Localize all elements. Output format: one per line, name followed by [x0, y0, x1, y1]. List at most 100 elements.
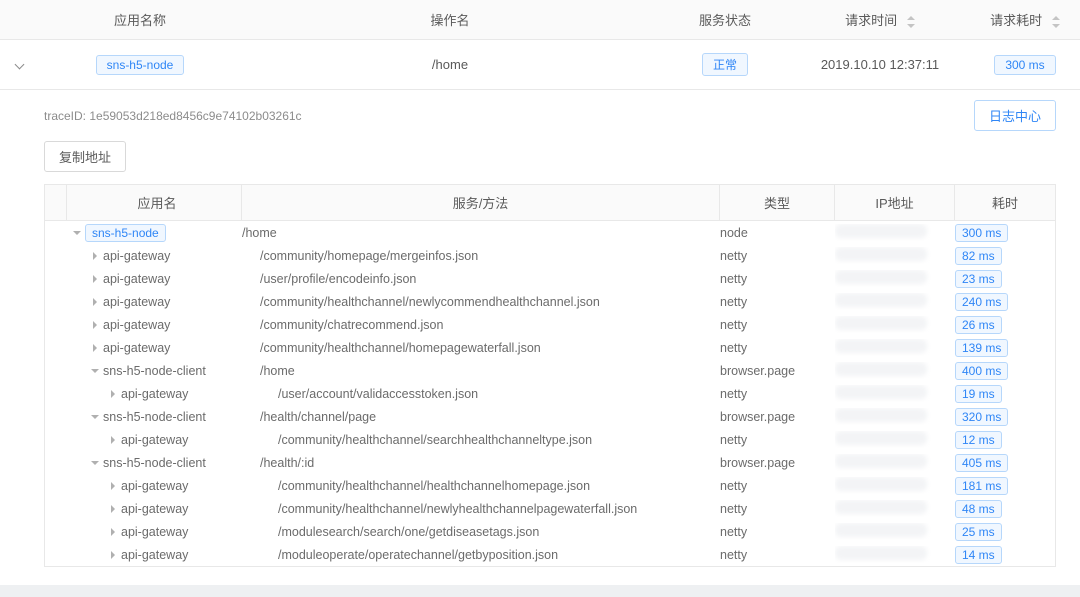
th-ip: IP地址 [835, 185, 955, 220]
caret-right-icon[interactable] [91, 321, 99, 329]
table-row[interactable]: sns-h5-node-client/homebrowser.page400 m… [45, 359, 1055, 382]
row-service: /moduleoperate/operatechannel/getbyposit… [242, 548, 720, 562]
duration-badge: 320 ms [955, 408, 1008, 426]
row-duration: 48 ms [955, 500, 1055, 518]
caret-right-icon[interactable] [109, 436, 117, 444]
duration-badge: 400 ms [955, 362, 1008, 380]
caret-right-icon[interactable] [109, 528, 117, 536]
trace-table-header: 应用名 服务/方法 类型 IP地址 耗时 [45, 185, 1055, 221]
row-service: /community/healthchannel/newlycommendhea… [242, 295, 720, 309]
sort-icon [905, 16, 915, 28]
table-row[interactable]: api-gateway/community/chatrecommend.json… [45, 313, 1055, 336]
row-service: /home [242, 226, 720, 240]
status-badge: 正常 [702, 53, 748, 76]
row-app: sns-h5-node-client [67, 410, 242, 424]
duration-badge: 405 ms [955, 454, 1008, 472]
row-app: sns-h5-node-client [67, 364, 242, 378]
table-row[interactable]: api-gateway/user/account/validaccesstoke… [45, 382, 1055, 405]
row-service: /home [242, 364, 720, 378]
duration-badge: 82 ms [955, 247, 1002, 265]
copy-address-button[interactable]: 复制地址 [44, 141, 126, 172]
caret-right-icon[interactable] [91, 298, 99, 306]
summary-operation: /home [240, 57, 660, 72]
row-service: /health/channel/page [242, 410, 720, 424]
row-app: sns-h5-node-client [67, 456, 242, 470]
row-app: api-gateway [67, 387, 242, 401]
ip-redacted [835, 339, 927, 353]
app-name-tag: sns-h5-node [85, 224, 166, 242]
caret-right-icon[interactable] [109, 551, 117, 559]
app-name: api-gateway [103, 272, 170, 286]
table-row[interactable]: api-gateway/modulesearch/search/one/getd… [45, 520, 1055, 543]
copy-address-wrap: 复制地址 [44, 141, 1056, 172]
table-row[interactable]: api-gateway/community/healthchannel/newl… [45, 290, 1055, 313]
app-name: api-gateway [103, 249, 170, 263]
row-duration: 12 ms [955, 431, 1055, 449]
summary-header-row: 应用名称 操作名 服务状态 请求时间 请求耗时 [0, 0, 1080, 40]
caret-down-icon[interactable] [91, 413, 99, 421]
duration-badge: 181 ms [955, 477, 1008, 495]
table-row[interactable]: api-gateway/community/healthchannel/newl… [45, 497, 1055, 520]
row-ip [835, 339, 955, 356]
ip-redacted [835, 270, 927, 284]
summary-app[interactable]: sns-h5-node [40, 55, 240, 75]
row-service: /community/healthchannel/homepagewaterfa… [242, 341, 720, 355]
table-row[interactable]: api-gateway/moduleoperate/operatechannel… [45, 543, 1055, 566]
ip-redacted [835, 316, 927, 330]
row-type: netty [720, 479, 835, 493]
row-app: api-gateway [67, 479, 242, 493]
row-type: netty [720, 502, 835, 516]
row-type: netty [720, 525, 835, 539]
caret-right-icon[interactable] [91, 344, 99, 352]
row-type: netty [720, 272, 835, 286]
table-row[interactable]: sns-h5-node/homenode 300 ms [45, 221, 1055, 244]
row-type: node [720, 226, 835, 240]
sort-icon [1050, 16, 1060, 28]
table-row[interactable]: api-gateway/community/healthchannel/sear… [45, 428, 1055, 451]
caret-right-icon[interactable] [91, 252, 99, 260]
caret-right-icon[interactable] [91, 275, 99, 283]
trace-id-label: traceID: 1e59053d218ed8456c9e74102b03261… [44, 109, 302, 123]
caret-right-icon[interactable] [109, 482, 117, 490]
caret-right-icon[interactable] [109, 390, 117, 398]
header-req-time[interactable]: 请求时间 [790, 10, 970, 29]
caret-down-icon[interactable] [73, 229, 81, 237]
table-row[interactable]: api-gateway/community/homepage/mergeinfo… [45, 244, 1055, 267]
row-app: api-gateway [67, 548, 242, 562]
table-row[interactable]: sns-h5-node-client/health/:idbrowser.pag… [45, 451, 1055, 474]
table-row[interactable]: api-gateway/community/healthchannel/heal… [45, 474, 1055, 497]
row-ip [835, 431, 955, 448]
log-center-button[interactable]: 日志中心 [974, 100, 1056, 131]
row-duration: 14 ms [955, 546, 1055, 564]
row-ip [835, 293, 955, 310]
ip-redacted [835, 224, 927, 238]
table-row[interactable]: api-gateway/user/profile/encodeinfo.json… [45, 267, 1055, 290]
app-name: api-gateway [103, 341, 170, 355]
duration-badge: 240 ms [955, 293, 1008, 311]
row-app: api-gateway [67, 502, 242, 516]
duration-badge: 25 ms [955, 523, 1002, 541]
duration-badge: 23 ms [955, 270, 1002, 288]
caret-down-icon[interactable] [91, 367, 99, 375]
app-name: api-gateway [121, 387, 188, 401]
table-row[interactable]: sns-h5-node-client/health/channel/pagebr… [45, 405, 1055, 428]
header-req-time-label: 请求时间 [845, 13, 897, 28]
app-name: api-gateway [121, 525, 188, 539]
row-duration: 405 ms [955, 454, 1055, 472]
header-req-duration-label: 请求耗时 [990, 13, 1042, 28]
row-duration: 320 ms [955, 408, 1055, 426]
header-req-duration[interactable]: 请求耗时 [970, 10, 1080, 29]
row-type: netty [720, 295, 835, 309]
row-ip [835, 454, 955, 471]
expand-toggle[interactable] [0, 59, 40, 71]
app-name: api-gateway [103, 318, 170, 332]
row-duration: 19 ms [955, 385, 1055, 403]
th-app: 应用名 [67, 185, 242, 220]
row-ip [835, 500, 955, 517]
header-operation: 操作名 [240, 10, 660, 29]
caret-down-icon[interactable] [91, 459, 99, 467]
ip-redacted [835, 523, 927, 537]
duration-badge: 300 ms [955, 224, 1008, 242]
caret-right-icon[interactable] [109, 505, 117, 513]
table-row[interactable]: api-gateway/community/healthchannel/home… [45, 336, 1055, 359]
